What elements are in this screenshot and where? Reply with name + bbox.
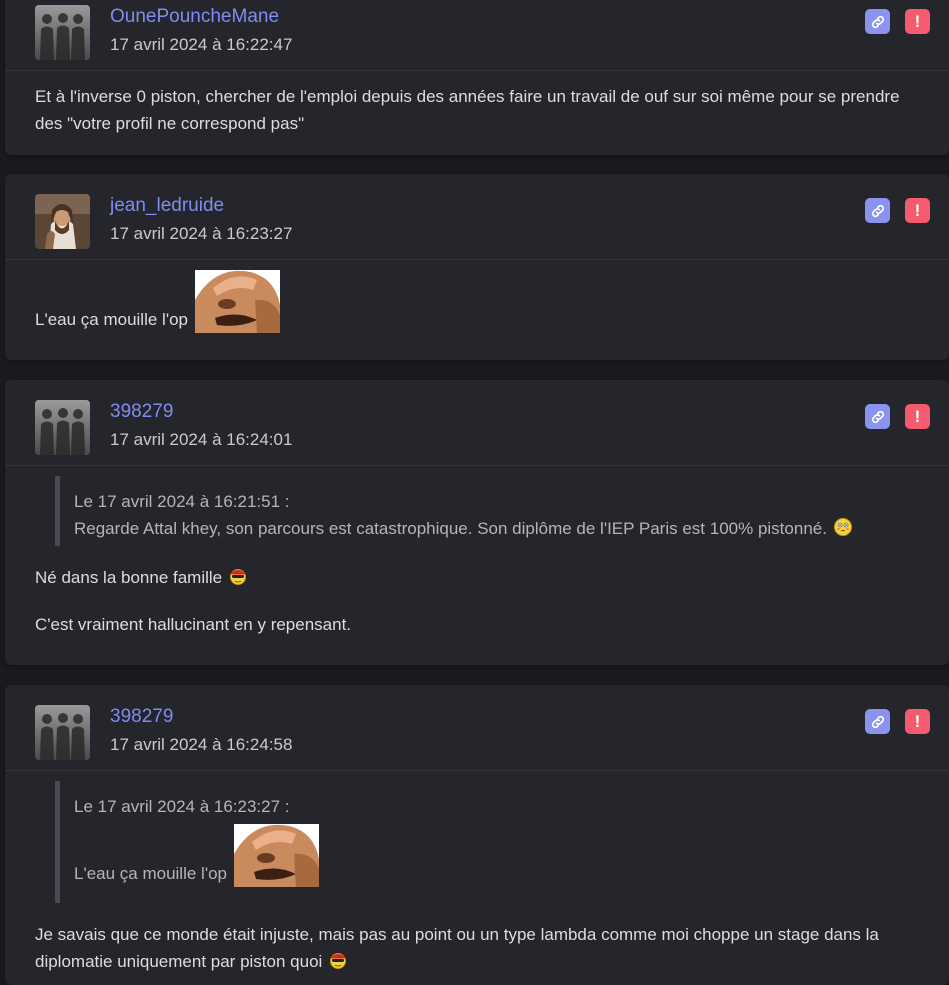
exclamation-icon: !	[914, 200, 921, 220]
report-button[interactable]: !	[905, 404, 930, 429]
report-button[interactable]: !	[905, 9, 930, 34]
quote-text: Regarde Attal khey, son parcours est cat…	[74, 515, 919, 542]
report-button[interactable]: !	[905, 198, 930, 223]
report-button[interactable]: !	[905, 709, 930, 734]
quote-text-content: Regarde Attal khey, son parcours est cat…	[74, 519, 827, 538]
cool-smiley-icon	[329, 951, 347, 969]
post-card: 398279 17 avril 2024 à 16:24:58 ! Le 17 …	[5, 685, 949, 985]
post-date[interactable]: 17 avril 2024 à 16:22:47	[110, 35, 292, 55]
post-text-content: L'eau ça mouille l'op	[35, 310, 188, 329]
exclamation-icon: !	[914, 11, 921, 31]
post-body: Le 17 avril 2024 à 16:23:27 : L'eau ça m…	[5, 771, 949, 975]
post-text-content: Je savais que ce monde était injuste, ma…	[35, 925, 879, 971]
post-body: L'eau ça mouille l'op	[5, 260, 949, 333]
quote-header: Le 17 avril 2024 à 16:23:27 :	[74, 797, 290, 816]
post-text: L'eau ça mouille l'op	[35, 270, 919, 333]
permalink-button[interactable]	[865, 9, 890, 34]
blockquote: Le 17 avril 2024 à 16:23:27 : L'eau ça m…	[55, 781, 919, 903]
post-body: Et à l'inverse 0 piston, chercher de l'e…	[5, 71, 949, 137]
post-text-line: C'est vraiment hallucinant en y repensan…	[35, 615, 352, 634]
cool-smiley-icon	[229, 567, 247, 585]
link-icon	[870, 14, 886, 30]
avatar[interactable]	[35, 705, 90, 760]
post-header: 398279 17 avril 2024 à 16:24:01 !	[5, 380, 949, 466]
post-date[interactable]: 17 avril 2024 à 16:23:27	[110, 224, 292, 244]
link-icon	[870, 409, 886, 425]
avatar[interactable]	[35, 5, 90, 60]
post-text: Et à l'inverse 0 piston, chercher de l'e…	[35, 87, 900, 133]
post-date[interactable]: 17 avril 2024 à 16:24:01	[110, 430, 292, 450]
exclamation-icon: !	[914, 406, 921, 426]
quote-text: L'eau ça mouille l'op	[74, 824, 919, 887]
sticker-image[interactable]	[234, 824, 319, 887]
quote-header: Le 17 avril 2024 à 16:21:51 :	[74, 492, 290, 511]
post-card: OunePouncheMane 17 avril 2024 à 16:22:47…	[5, 0, 949, 155]
permalink-button[interactable]	[865, 404, 890, 429]
post-text: Je savais que ce monde était injuste, ma…	[35, 921, 919, 975]
author-name[interactable]: 398279	[110, 401, 173, 423]
permalink-button[interactable]	[865, 198, 890, 223]
author-name[interactable]: 398279	[110, 706, 173, 728]
post-text-line: Né dans la bonne famille	[35, 564, 919, 591]
post-card: jean_ledruide 17 avril 2024 à 16:23:27 !…	[5, 174, 949, 360]
author-name[interactable]: OunePouncheMane	[110, 6, 279, 28]
post-text-content: Né dans la bonne famille	[35, 568, 223, 587]
post-card: 398279 17 avril 2024 à 16:24:01 ! Le 17 …	[5, 380, 949, 665]
post-header: OunePouncheMane 17 avril 2024 à 16:22:47…	[5, 0, 949, 71]
permalink-button[interactable]	[865, 709, 890, 734]
post-date[interactable]: 17 avril 2024 à 16:24:58	[110, 735, 292, 755]
avatar[interactable]	[35, 400, 90, 455]
flushed-smiley-icon	[834, 518, 852, 536]
post-body: Le 17 avril 2024 à 16:21:51 : Regarde At…	[5, 466, 949, 638]
exclamation-icon: !	[914, 711, 921, 731]
blockquote: Le 17 avril 2024 à 16:21:51 : Regarde At…	[55, 476, 919, 546]
post-header: 398279 17 avril 2024 à 16:24:58 !	[5, 685, 949, 771]
avatar[interactable]	[35, 194, 90, 249]
link-icon	[870, 714, 886, 730]
post-header: jean_ledruide 17 avril 2024 à 16:23:27 !	[5, 174, 949, 260]
link-icon	[870, 203, 886, 219]
sticker-image[interactable]	[195, 270, 280, 333]
quote-text-content: L'eau ça mouille l'op	[74, 864, 227, 883]
author-name[interactable]: jean_ledruide	[110, 195, 224, 217]
